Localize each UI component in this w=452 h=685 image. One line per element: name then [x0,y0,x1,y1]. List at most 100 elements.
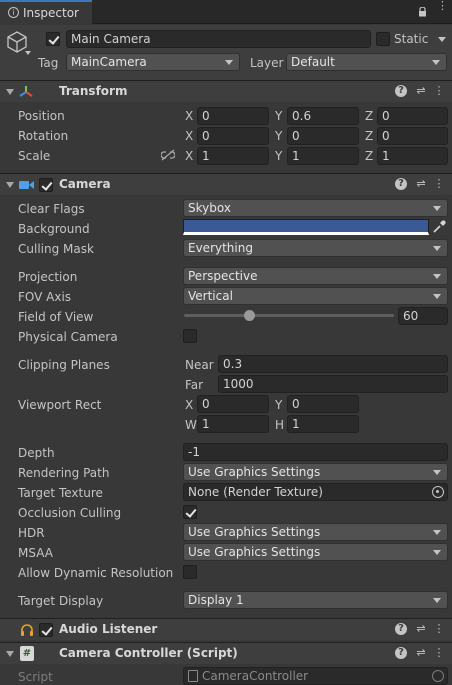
viewport-x-label[interactable]: X [185,398,193,412]
object-name-field[interactable]: Main Camera [66,30,371,48]
object-picker-icon[interactable] [432,486,444,498]
tag-label: Tag [38,56,59,70]
fov-slider-thumb[interactable] [244,310,256,321]
depth-label: Depth [18,446,55,460]
fov-axis-dropdown[interactable]: Vertical [183,287,448,305]
scale-x-axis[interactable]: X [185,149,193,163]
rotation-x-axis[interactable]: X [185,129,193,143]
constrain-proportions-icon[interactable] [160,149,176,164]
near-label[interactable]: Near [185,358,214,372]
audio-listener-title: Audio Listener [59,622,158,636]
hdr-value: Use Graphics Settings [188,525,321,539]
lock-icon[interactable] [418,6,427,17]
help-icon[interactable]: ? [395,647,407,659]
position-x-axis[interactable]: X [185,109,193,123]
component-menu-icon[interactable]: ⋮ [432,622,446,636]
hdr-dropdown[interactable]: Use Graphics Settings [183,523,448,541]
position-z-axis[interactable]: Z [365,109,373,123]
rotation-z-field[interactable]: 0 [377,127,448,145]
camera-enabled-checkbox[interactable] [39,178,53,192]
position-y-axis[interactable]: Y [275,109,282,123]
help-icon[interactable]: ? [395,85,407,97]
near-field[interactable]: 0.3 [218,355,448,373]
far-field[interactable]: 1000 [218,375,448,393]
presets-icon[interactable]: ⇌ [414,84,428,98]
camera-controller-header[interactable]: # Camera Controller (Script) ? ⇌ ⋮ [0,642,452,664]
chevron-down-icon [433,550,441,555]
rotation-z-axis[interactable]: Z [365,129,373,143]
viewport-x-field[interactable]: 0 [197,395,269,413]
component-menu-icon[interactable]: ⋮ [432,177,446,191]
target-display-value: Display 1 [188,593,244,607]
eyedropper-icon[interactable] [432,220,446,237]
culling-mask-label: Culling Mask [18,242,94,256]
presets-icon[interactable]: ⇌ [414,646,428,660]
viewport-w-label[interactable]: W [185,418,197,432]
target-display-dropdown[interactable]: Display 1 [183,591,448,609]
scale-z-axis[interactable]: Z [365,149,373,163]
culling-mask-dropdown[interactable]: Everything [183,239,448,257]
component-menu-icon[interactable]: ⋮ [432,646,446,660]
script-label: Script [18,670,53,684]
scale-z-field[interactable]: 1 [377,147,448,165]
help-icon[interactable]: ? [395,623,407,635]
target-texture-field[interactable]: None (Render Texture) [183,483,448,501]
fov-slider-track[interactable] [184,314,394,317]
viewport-y-label[interactable]: Y [275,398,282,412]
chevron-down-icon [433,246,441,251]
foldout-arrow-icon[interactable] [6,182,14,188]
viewport-y-field[interactable]: 0 [287,395,359,413]
clear-flags-dropdown[interactable]: Skybox [183,199,448,217]
static-checkbox[interactable] [376,32,390,46]
component-menu-icon[interactable]: ⋮ [432,84,446,98]
rendering-path-dropdown[interactable]: Use Graphics Settings [183,463,448,481]
viewport-w-field[interactable]: 1 [197,415,269,433]
icon-dropdown-icon[interactable] [25,51,31,55]
tab-menu-icon[interactable]: ⋮ [437,0,448,18]
audio-listener-enabled-checkbox[interactable] [39,623,53,637]
rotation-x-field[interactable]: 0 [197,127,269,145]
transform-title: Transform [59,84,128,98]
tab-bar: i Inspector ⋮ [0,0,452,24]
clear-flags-label: Clear Flags [18,202,85,216]
viewport-h-field[interactable]: 1 [287,415,359,433]
occlusion-culling-checkbox[interactable] [183,505,197,519]
info-icon: i [8,7,19,18]
tab-label: Inspector [23,6,79,20]
position-z-field[interactable]: 0 [377,107,448,125]
tag-dropdown[interactable]: MainCamera [66,53,240,71]
projection-label: Projection [18,270,78,284]
allow-dynamic-resolution-checkbox[interactable] [183,565,197,579]
scale-y-field[interactable]: 1 [287,147,359,165]
position-x-field[interactable]: 0 [197,107,269,125]
scale-x-field[interactable]: 1 [197,147,269,165]
background-color-field[interactable] [183,219,429,235]
camera-title: Camera [59,177,111,191]
far-label[interactable]: Far [185,378,203,392]
position-y-field[interactable]: 0.6 [287,107,359,125]
static-label: Static [394,32,429,46]
active-toggle[interactable] [46,32,60,46]
rotation-y-axis[interactable]: Y [275,129,282,143]
msaa-dropdown[interactable]: Use Graphics Settings [183,543,448,561]
static-dropdown-icon[interactable] [438,37,446,42]
depth-field[interactable]: -1 [183,443,448,461]
scale-y-axis[interactable]: Y [275,149,282,163]
projection-dropdown[interactable]: Perspective [183,267,448,285]
help-icon[interactable]: ? [395,178,407,190]
presets-icon[interactable]: ⇌ [414,177,428,191]
fov-value-field[interactable]: 60 [398,307,448,325]
rendering-path-label: Rendering Path [18,466,110,480]
transform-header[interactable]: Transform ? ⇌ ⋮ [0,80,452,102]
foldout-arrow-icon[interactable] [6,651,14,657]
foldout-arrow-icon[interactable] [6,89,14,95]
camera-header[interactable]: Camera ? ⇌ ⋮ [0,173,452,195]
viewport-h-label[interactable]: H [275,418,284,432]
physical-camera-checkbox[interactable] [183,329,197,343]
presets-icon[interactable]: ⇌ [414,622,428,636]
position-label: Position [18,109,65,123]
layer-dropdown[interactable]: Default [286,53,447,71]
tab-inspector[interactable]: i Inspector [0,0,92,24]
rotation-y-field[interactable]: 0 [287,127,359,145]
audio-listener-header[interactable]: Audio Listener ? ⇌ ⋮ [0,618,452,640]
